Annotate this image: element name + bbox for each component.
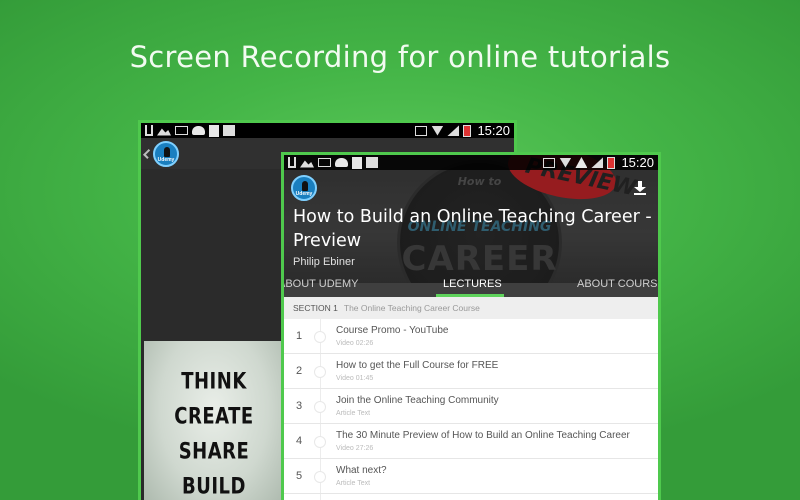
lecture-title: How to get the Full Course for FREE	[336, 360, 499, 371]
status-time: 15:20	[477, 123, 510, 138]
lecture-row[interactable]: 3 Join the Online Teaching Community Art…	[284, 389, 658, 424]
document-icon	[209, 124, 219, 137]
poster-word: BUILD	[182, 473, 246, 500]
lecture-number: 3	[296, 400, 303, 412]
headline: Screen Recording for online tutorials	[129, 40, 671, 74]
tab-lectures[interactable]: LECTURES	[443, 278, 502, 290]
warning-icon	[575, 157, 588, 168]
lecture-meta: Article Text	[336, 410, 371, 417]
poster-image: THINK CREATE SHARE BUILD	[144, 341, 284, 500]
poster-word: THINK	[181, 368, 247, 395]
mail-icon	[318, 158, 331, 167]
lecture-row[interactable]: 1 Course Promo - YouTube Video 02:26	[284, 319, 658, 354]
image-icon	[300, 160, 314, 168]
lecture-meta: Video 01:45	[336, 375, 374, 382]
tab-about-course[interactable]: ABOUT COURSE	[577, 278, 658, 290]
lecture-title: What next?	[336, 465, 387, 476]
course-title: How to Build an Online Teaching Career -…	[293, 207, 652, 251]
logo-text: Udemy	[295, 191, 313, 197]
usb-icon	[145, 125, 153, 136]
lecture-number: 4	[296, 435, 303, 447]
signal-icon	[591, 157, 604, 168]
lecture-status-dot	[314, 471, 326, 483]
cloud-check-icon	[192, 126, 205, 135]
section-label: SECTION 1	[293, 303, 338, 313]
cloud-check-icon	[335, 158, 348, 167]
poster-word: CREATE	[174, 403, 254, 430]
checkbox-icon	[223, 125, 235, 136]
lecture-title: The 30 Minute Preview of How to Build an…	[336, 430, 630, 441]
section-header: SECTION 1 The Online Teaching Career Cou…	[284, 297, 658, 319]
mute-icon	[543, 157, 556, 168]
poster-word: SHARE	[178, 438, 250, 465]
image-icon	[157, 128, 171, 136]
lecture-number: 1	[296, 330, 303, 342]
lecture-meta: Video 27:26	[336, 445, 374, 452]
front-phone-frame: How to ONLINE TEACHING CAREER PREVIEW 15…	[281, 152, 661, 500]
battery-icon	[607, 156, 616, 169]
lecture-row[interactable]: 5 What next? Article Text	[284, 459, 658, 494]
lecture-status-dot	[314, 436, 326, 448]
lecture-row[interactable]: 2 How to get the Full Course for FREE Vi…	[284, 354, 658, 389]
back-chevron-icon[interactable]	[143, 148, 153, 159]
back-status-bar: 15:20	[141, 123, 514, 138]
front-status-bar: 15:20	[284, 155, 658, 170]
lecture-status-dot	[314, 401, 326, 413]
udemy-logo[interactable]: Udemy	[291, 175, 317, 201]
lecture-row[interactable]: 4 The 30 Minute Preview of How to Build …	[284, 424, 658, 459]
tab-bar: ABOUT UDEMY LECTURES ABOUT COURSE	[284, 274, 658, 296]
lecture-meta: Video 02:26	[336, 340, 374, 347]
front-phone-screen: How to ONLINE TEACHING CAREER PREVIEW 15…	[284, 155, 658, 500]
battery-icon	[463, 124, 472, 137]
usb-icon	[288, 157, 296, 168]
wifi-icon	[431, 125, 444, 136]
lecture-list: 1 Course Promo - YouTube Video 02:26 2 H…	[284, 319, 658, 494]
lecture-number: 5	[296, 470, 303, 482]
lecture-number: 2	[296, 365, 303, 377]
checkbox-icon	[366, 157, 378, 168]
status-time: 15:20	[621, 155, 654, 170]
lecture-status-dot	[314, 366, 326, 378]
mute-icon	[415, 125, 428, 136]
course-hero: How to ONLINE TEACHING CAREER PREVIEW 15…	[284, 155, 658, 283]
lecture-meta: Article Text	[336, 480, 371, 487]
udemy-logo[interactable]: Udemy	[153, 140, 179, 167]
signal-icon	[447, 125, 460, 136]
course-author: Philip Ebiner	[293, 256, 355, 268]
section-name: The Online Teaching Career Course	[343, 303, 480, 313]
tab-about-udemy[interactable]: ABOUT UDEMY	[284, 278, 358, 290]
mail-icon	[175, 126, 188, 135]
document-icon	[352, 156, 362, 169]
download-icon[interactable]	[634, 181, 646, 195]
lecture-status-dot	[314, 331, 326, 343]
lecture-title: Join the Online Teaching Community	[336, 395, 499, 406]
logo-text: Udemy	[157, 156, 175, 163]
wifi-icon	[559, 157, 572, 168]
lecture-title: Course Promo - YouTube	[336, 325, 449, 336]
